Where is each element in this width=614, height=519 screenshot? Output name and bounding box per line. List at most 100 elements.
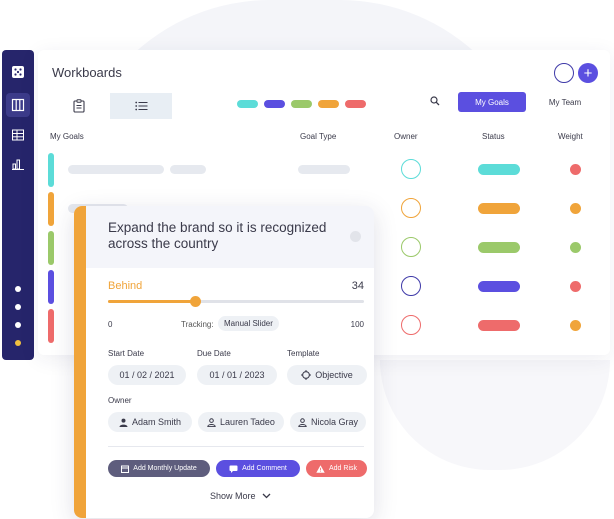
show-more-label: Show More [210,491,256,501]
target-icon [301,370,312,380]
owner-label: Owner [108,396,132,405]
grid-icon[interactable] [6,60,30,84]
template-value: Objective [315,370,353,380]
row-color-stripe [48,270,54,304]
owner-avatar[interactable] [401,198,421,218]
filter-green[interactable] [291,100,312,108]
goal-name-placeholder [170,165,206,174]
filter-red[interactable] [345,100,366,108]
chevron-down-icon [262,493,270,499]
progress-slider[interactable] [108,296,364,307]
goal-name-placeholder [68,165,164,174]
card-divider [108,446,364,447]
tab-list-view[interactable] [110,93,172,119]
slider-min-value: 0 [108,320,113,329]
background-shape-bottom [380,360,610,470]
status-badge [478,281,520,292]
row-color-stripe [48,192,54,226]
owner-avatar[interactable] [401,315,421,335]
list-icon [134,101,147,111]
rail-dot[interactable] [15,304,21,310]
filter-orange[interactable] [318,100,339,108]
plus-icon: + [583,64,593,82]
status-badge [478,320,520,331]
tab-board-view[interactable] [48,93,110,119]
owner-avatar[interactable] [401,237,421,257]
add-goal-button[interactable]: + [578,63,598,83]
owner-name: Lauren Tadeo [220,417,275,427]
filter-teal[interactable] [237,100,258,108]
due-date-field[interactable]: 01 / 01 / 2023 [197,365,277,385]
slider-max-value: 100 [350,320,364,329]
card-menu-dot[interactable] [350,231,361,242]
goal-title: Expand the brand so it is recognized acr… [108,220,327,251]
column-header-goal-type: Goal Type [300,132,337,141]
owner-name: Adam Smith [131,417,182,427]
due-date-label: Due Date [197,349,231,358]
template-field[interactable]: Objective [287,365,367,385]
goal-status-text: Behind [108,280,143,292]
add-comment-label: Add Comment [242,465,287,472]
goal-detail-card: Expand the brand so it is recognized acr… [74,206,374,518]
add-monthly-update-button[interactable]: Add Monthly Update [108,460,210,477]
board-icon[interactable] [6,93,30,117]
row-color-stripe [48,153,54,187]
status-badge [478,242,520,253]
start-date-field[interactable]: 01 / 02 / 2021 [108,365,186,385]
status-badge [478,203,520,214]
goal-type-placeholder [298,165,350,174]
filter-purple[interactable] [264,100,285,108]
add-risk-button[interactable]: Add Risk [306,460,367,477]
table-icon[interactable] [6,123,30,147]
rail-dot[interactable] [15,322,21,328]
color-filter-bar [230,94,370,114]
my-goals-button[interactable]: My Goals [458,92,526,112]
column-header-status: Status [482,132,505,141]
card-color-stripe [74,206,86,518]
column-header-owner: Owner [394,132,418,141]
add-comment-button[interactable]: Add Comment [216,460,300,477]
progress-slider-handle[interactable] [190,296,202,307]
rail-dot-active[interactable] [15,340,21,346]
owner-avatar[interactable] [401,276,421,296]
show-more-button[interactable]: Show More [210,491,271,501]
tracking-method-chip[interactable]: Manual Slider [218,316,279,331]
owner-chip[interactable]: Lauren Tadeo [198,412,284,432]
user-icon [298,417,307,427]
weight-indicator [570,203,581,214]
tracking-label: Tracking: [181,320,214,329]
row-color-stripe [48,309,54,343]
page-title: Workboards [52,65,122,80]
owner-chip[interactable]: Nicola Gray [290,412,366,432]
user-icon [207,417,216,427]
avatar[interactable] [554,63,574,83]
owner-avatar[interactable] [401,159,421,179]
owner-name: Nicola Gray [310,417,358,427]
status-badge [478,164,520,175]
search-button[interactable] [430,96,440,109]
weight-indicator [570,281,581,292]
add-risk-label: Add Risk [328,465,357,472]
comment-icon [229,465,238,473]
column-header-my-goals: My Goals [50,132,84,141]
goal-score: 34 [351,280,364,292]
owner-chip[interactable]: Adam Smith [108,412,192,432]
my-team-button[interactable]: My Team [532,92,598,112]
weight-indicator [570,320,581,331]
row-color-stripe [48,231,54,265]
left-rail [2,50,34,360]
start-date-label: Start Date [108,349,145,358]
weight-indicator [570,164,581,175]
progress-slider-fill [108,300,196,303]
column-header-weight: Weight [558,132,583,141]
chart-icon[interactable] [6,152,30,176]
rail-dot[interactable] [15,286,21,292]
warning-icon [316,464,325,473]
search-icon [430,96,440,106]
table-row[interactable] [48,153,610,187]
template-label: Template [287,349,320,358]
calendar-icon [121,465,130,473]
clipboard-icon [73,99,85,113]
weight-indicator [570,242,581,253]
user-icon [119,418,128,427]
